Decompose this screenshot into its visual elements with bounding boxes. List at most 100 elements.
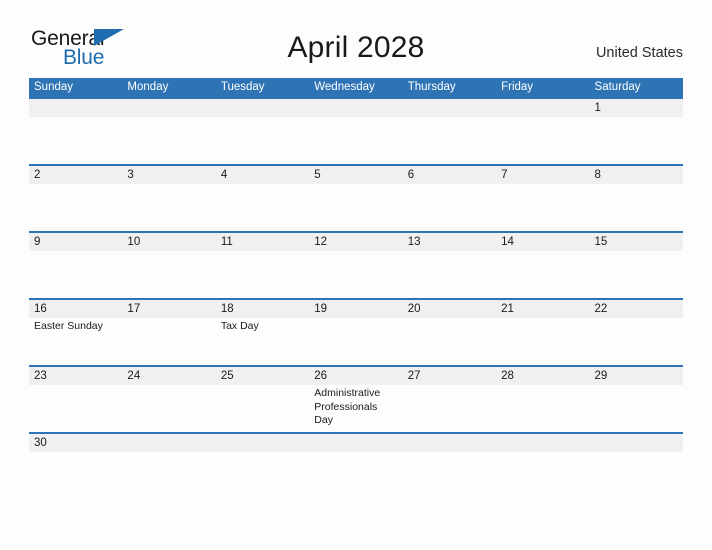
day-number: 19 <box>309 300 403 318</box>
calendar-day-cell[interactable]: 25 <box>215 367 310 432</box>
calendar-day-cell[interactable]: 17 <box>122 300 216 365</box>
calendar-page: General Blue April 2028 United States Su… <box>0 0 712 550</box>
day-event-label: Administrative Professionals Day <box>314 387 381 426</box>
calendar-day-cell[interactable] <box>496 99 590 164</box>
day-number <box>215 99 310 117</box>
calendar-day-cell[interactable] <box>29 99 123 164</box>
calendar-day-cell[interactable]: 14 <box>496 233 590 298</box>
calendar-day-cell[interactable]: 19 <box>309 300 403 365</box>
calendar-day-cell[interactable]: 29 <box>589 367 683 432</box>
calendar-day-cell[interactable]: 9 <box>29 233 123 298</box>
day-events <box>403 318 496 320</box>
calendar-day-cell[interactable]: 27 <box>402 367 497 432</box>
calendar-table: Sunday Monday Tuesday Wednesday Thursday… <box>29 78 683 454</box>
day-number <box>496 99 590 117</box>
calendar-day-cell[interactable]: 15 <box>589 233 683 298</box>
day-events <box>309 318 402 320</box>
calendar-day-cell[interactable]: 10 <box>122 233 216 298</box>
day-events <box>309 184 402 186</box>
calendar-day-cell[interactable] <box>215 99 310 164</box>
day-events <box>216 385 309 387</box>
weekday-header-row: Sunday Monday Tuesday Wednesday Thursday… <box>29 78 683 97</box>
calendar-day-cell[interactable] <box>309 99 403 164</box>
day-number <box>122 434 216 452</box>
calendar-day-cell[interactable]: 18 Tax Day <box>215 300 310 365</box>
calendar-day-cell[interactable]: 1 <box>589 99 683 164</box>
calendar-day-cell[interactable] <box>215 434 310 454</box>
day-events <box>403 117 496 119</box>
day-number: 17 <box>122 300 216 318</box>
day-number: 14 <box>496 233 590 251</box>
calendar-week-row: 23 24 25 26 Administrative Professionals… <box>29 365 683 432</box>
day-events <box>122 184 215 186</box>
calendar-day-cell[interactable]: 16 Easter Sunday <box>29 300 123 365</box>
day-events <box>29 117 122 119</box>
calendar-day-cell[interactable]: 20 <box>402 300 497 365</box>
day-number: 21 <box>496 300 590 318</box>
calendar-day-cell[interactable]: 22 <box>589 300 683 365</box>
calendar-day-cell[interactable]: 8 <box>589 166 683 231</box>
day-number: 27 <box>402 367 497 385</box>
day-number: 6 <box>402 166 497 184</box>
day-number: 18 <box>215 300 310 318</box>
day-events <box>122 117 215 119</box>
day-number: 28 <box>496 367 590 385</box>
calendar-day-cell[interactable] <box>402 434 497 454</box>
weekday-header-saturday: Saturday <box>594 81 641 93</box>
calendar-day-cell[interactable] <box>496 434 590 454</box>
day-number: 22 <box>589 300 683 318</box>
day-events <box>496 184 589 186</box>
day-number <box>589 434 683 452</box>
day-events <box>122 318 215 320</box>
calendar-day-cell[interactable]: 4 <box>215 166 310 231</box>
day-number <box>309 99 403 117</box>
calendar-day-cell[interactable]: 2 <box>29 166 123 231</box>
calendar-day-cell[interactable]: 13 <box>402 233 497 298</box>
calendar-day-cell[interactable]: 7 <box>496 166 590 231</box>
day-events <box>309 117 402 119</box>
day-number <box>496 434 590 452</box>
day-number <box>122 99 216 117</box>
calendar-day-cell[interactable]: 28 <box>496 367 590 432</box>
day-events <box>496 117 589 119</box>
day-events <box>590 251 683 253</box>
calendar-day-cell[interactable]: 26 Administrative Professionals Day <box>309 367 403 432</box>
day-number: 9 <box>29 233 123 251</box>
day-events <box>496 251 589 253</box>
calendar-day-cell[interactable]: 30 <box>29 434 123 454</box>
calendar-week-row: 9 10 11 12 13 14 15 <box>29 231 683 298</box>
calendar-day-cell[interactable]: 5 <box>309 166 403 231</box>
day-number: 23 <box>29 367 123 385</box>
day-events <box>590 117 683 119</box>
weekday-header-sunday: Sunday <box>34 81 74 93</box>
day-number: 7 <box>496 166 590 184</box>
calendar-day-cell[interactable] <box>309 434 403 454</box>
calendar-day-cell[interactable] <box>122 99 216 164</box>
day-events <box>496 385 589 387</box>
day-events: Administrative Professionals Day <box>309 385 402 428</box>
day-number: 16 <box>29 300 123 318</box>
day-number: 30 <box>29 434 123 452</box>
day-events <box>216 117 309 119</box>
day-events <box>122 251 215 253</box>
weekday-header-thursday: Thursday <box>407 81 456 93</box>
day-events <box>29 184 122 186</box>
calendar-day-cell[interactable]: 3 <box>122 166 216 231</box>
day-number: 25 <box>215 367 310 385</box>
day-number: 24 <box>122 367 216 385</box>
day-number: 8 <box>589 166 683 184</box>
calendar-day-cell[interactable]: 21 <box>496 300 590 365</box>
calendar-week-row: 1 <box>29 97 683 164</box>
calendar-day-cell[interactable]: 12 <box>309 233 403 298</box>
day-events <box>590 318 683 320</box>
day-events: Easter Sunday <box>29 318 122 334</box>
day-number: 26 <box>309 367 403 385</box>
calendar-day-cell[interactable]: 6 <box>402 166 497 231</box>
calendar-day-cell[interactable]: 24 <box>122 367 216 432</box>
calendar-day-cell[interactable]: 11 <box>215 233 310 298</box>
calendar-day-cell[interactable] <box>122 434 216 454</box>
calendar-day-cell[interactable] <box>589 434 683 454</box>
day-events: Tax Day <box>216 318 309 334</box>
calendar-day-cell[interactable] <box>402 99 497 164</box>
calendar-day-cell[interactable]: 23 <box>29 367 123 432</box>
